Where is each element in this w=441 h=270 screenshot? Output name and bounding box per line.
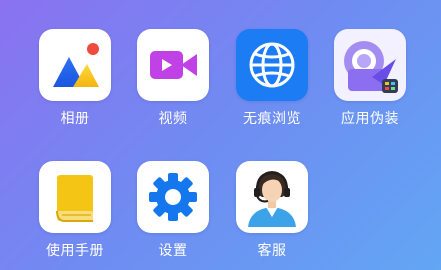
app-grid: 相册 视频 无痕浏览 应用伪装 使用手册 设置 客服 xyxy=(0,0,441,270)
gear-icon xyxy=(137,161,209,233)
app-label: 相册 xyxy=(60,111,90,127)
app-label: 无痕浏览 xyxy=(243,111,301,127)
app-label: 视频 xyxy=(158,111,188,127)
app-incognito-browser[interactable]: 无痕浏览 xyxy=(235,29,309,128)
app-settings[interactable]: 设置 xyxy=(136,161,210,260)
app-label: 应用伪装 xyxy=(341,111,399,127)
app-photo-album[interactable]: 相册 xyxy=(38,29,112,128)
rocket-disguise-icon xyxy=(334,29,406,101)
app-customer-service[interactable]: 客服 xyxy=(235,161,309,260)
app-user-manual[interactable]: 使用手册 xyxy=(38,161,112,260)
photo-album-icon xyxy=(39,29,111,101)
globe-icon xyxy=(236,29,308,101)
app-disguise[interactable]: 应用伪装 xyxy=(333,29,407,128)
app-video[interactable]: 视频 xyxy=(136,29,210,128)
app-label: 设置 xyxy=(158,243,188,259)
video-camera-icon xyxy=(137,29,209,101)
app-label: 客服 xyxy=(257,243,287,259)
customer-service-icon xyxy=(236,161,308,233)
manual-book-icon xyxy=(39,161,111,233)
app-label: 使用手册 xyxy=(46,243,104,259)
